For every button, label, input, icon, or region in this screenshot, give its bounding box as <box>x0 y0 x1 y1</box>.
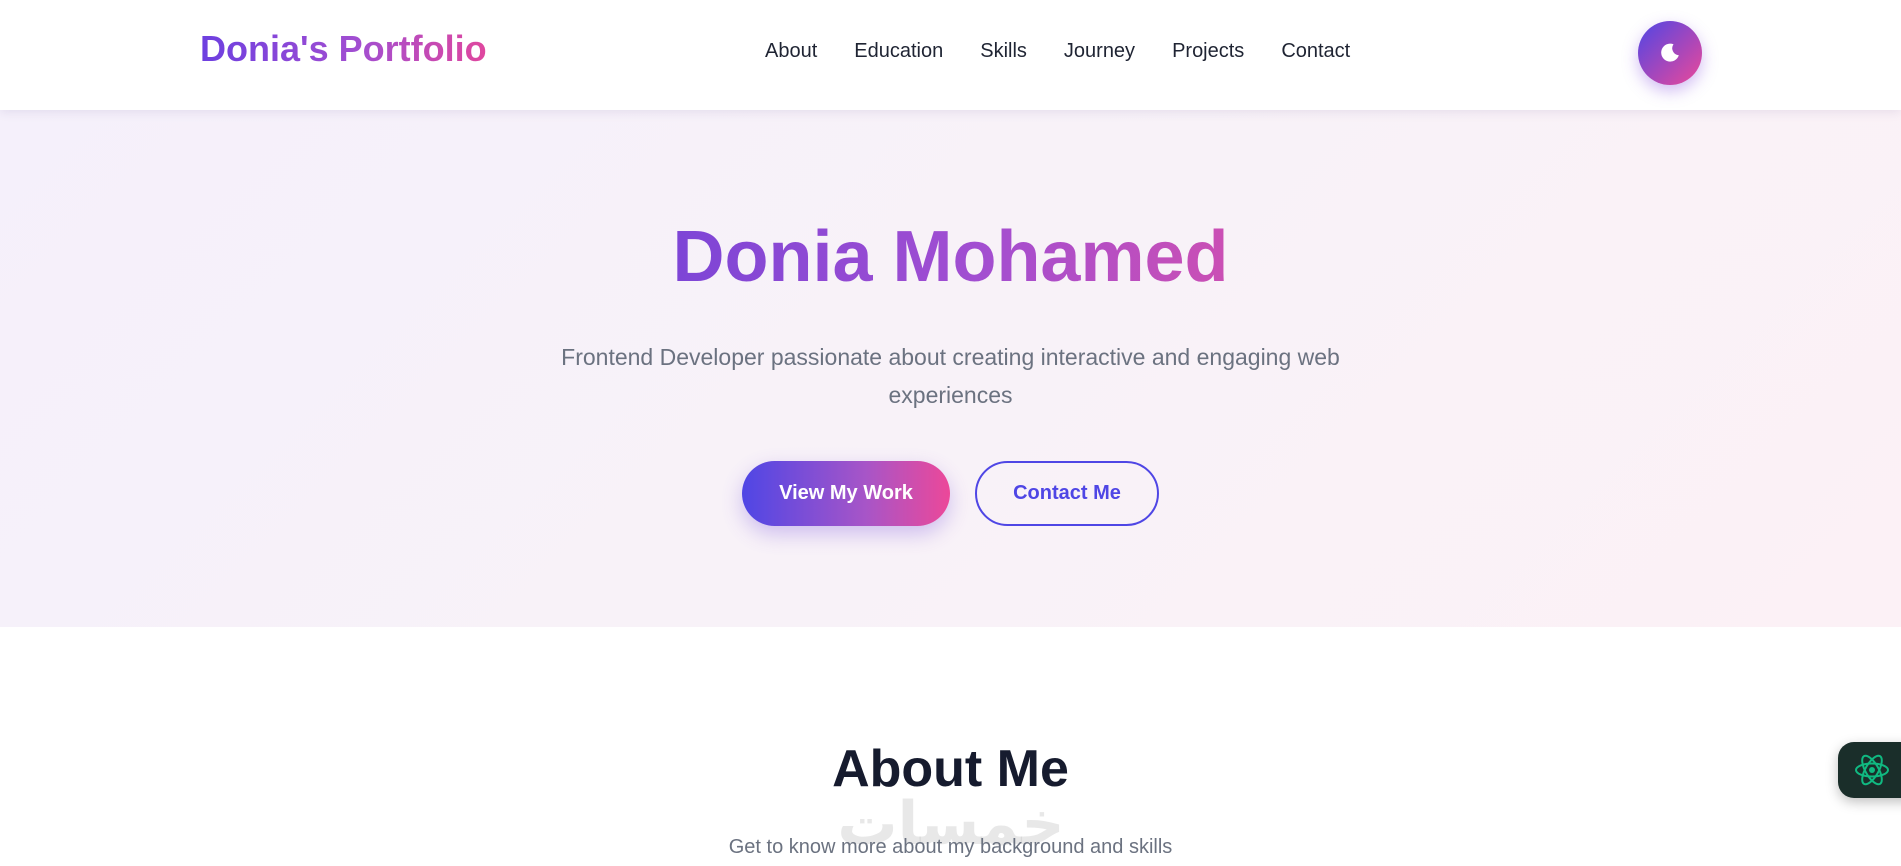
floating-widget-button[interactable] <box>1838 742 1901 798</box>
hero-title: Donia Mohamed <box>0 216 1901 298</box>
view-my-work-button[interactable]: View My Work <box>742 461 950 526</box>
main-nav: About Education Skills Journey Projects … <box>765 40 1350 63</box>
about-subtitle: Get to know more about my background and… <box>728 836 1173 858</box>
site-header: Donia's Portfolio About Education Skills… <box>0 0 1901 110</box>
contact-me-button[interactable]: Contact Me <box>975 461 1159 526</box>
nav-link-about[interactable]: About <box>765 40 817 63</box>
about-section: About Me خمسات Get to know more about my… <box>0 627 1901 866</box>
atom-icon <box>1855 754 1889 786</box>
hero-subtitle: Frontend Developer passionate about crea… <box>561 344 1340 408</box>
hero-section: Donia Mohamed Frontend Developer passion… <box>0 110 1901 627</box>
nav-link-contact[interactable]: Contact <box>1281 40 1350 63</box>
hero-title-text: Donia Mohamed <box>672 217 1229 297</box>
nav-link-education[interactable]: Education <box>854 40 943 63</box>
nav-link-projects[interactable]: Projects <box>1172 40 1244 63</box>
theme-toggle-button[interactable] <box>1638 21 1702 85</box>
nav-link-skills[interactable]: Skills <box>980 40 1027 63</box>
nav-link-journey[interactable]: Journey <box>1064 40 1135 63</box>
moon-icon <box>1661 43 1679 62</box>
site-logo[interactable]: Donia's Portfolio <box>200 28 487 70</box>
